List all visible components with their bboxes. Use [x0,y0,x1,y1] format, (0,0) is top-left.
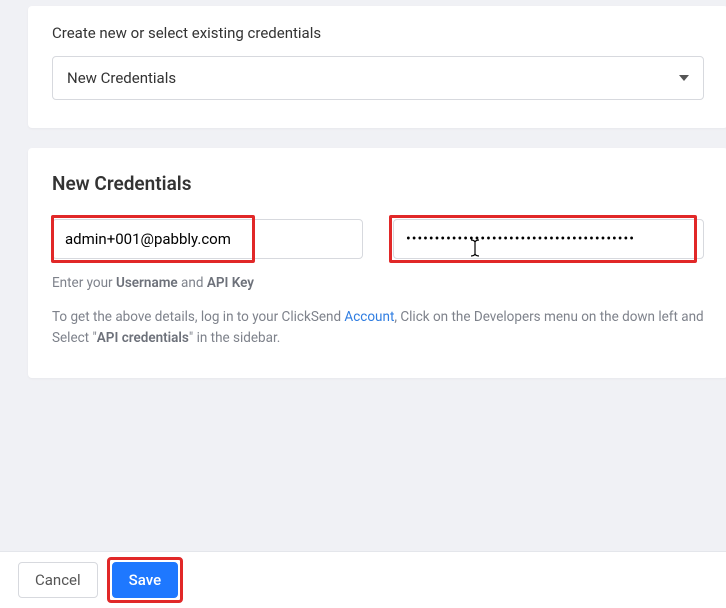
new-credentials-card: New Credentials Enter your Username and … [28,148,726,378]
credentials-dropdown-value: New Credentials [67,69,176,87]
credentials-dropdown[interactable]: New Credentials [52,56,704,100]
username-field-wrap [52,219,363,259]
new-credentials-heading: New Credentials [52,172,704,195]
credentials-hint: Enter your Username and API Key [52,273,704,293]
dialog-footer: Cancel Save [0,551,726,608]
apikey-field-wrap [393,219,704,259]
save-button[interactable]: Save [112,562,178,598]
account-link[interactable]: Account [344,309,394,325]
credentials-row [52,219,704,259]
save-highlight: Save [112,562,178,598]
apikey-input[interactable] [393,219,704,259]
select-credentials-title: Create new or select existing credential… [52,24,704,42]
select-credentials-card: Create new or select existing credential… [28,6,726,128]
cancel-button[interactable]: Cancel [18,562,98,598]
username-input[interactable] [52,219,363,259]
caret-down-icon [679,75,689,81]
credentials-description: To get the above details, log in to your… [52,307,704,348]
